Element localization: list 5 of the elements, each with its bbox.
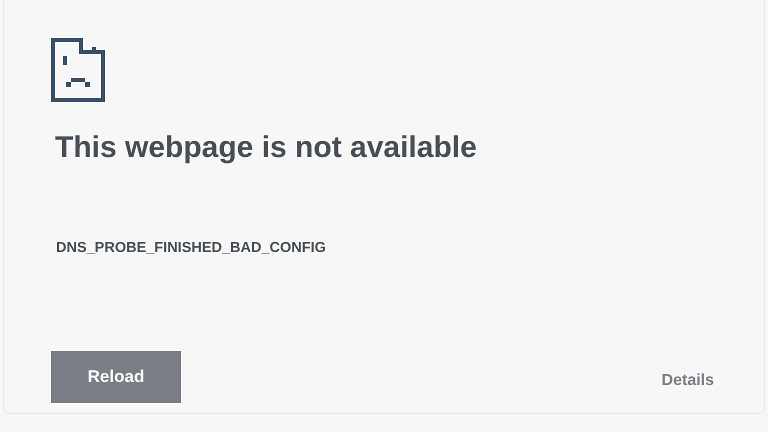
sad-page-icon	[51, 38, 105, 102]
reload-button[interactable]: Reload	[51, 351, 181, 403]
error-title: This webpage is not available	[55, 130, 478, 166]
details-link[interactable]: Details	[662, 369, 714, 393]
error-code: DNS_PROBE_FINISHED_BAD_CONFIG	[56, 239, 327, 258]
